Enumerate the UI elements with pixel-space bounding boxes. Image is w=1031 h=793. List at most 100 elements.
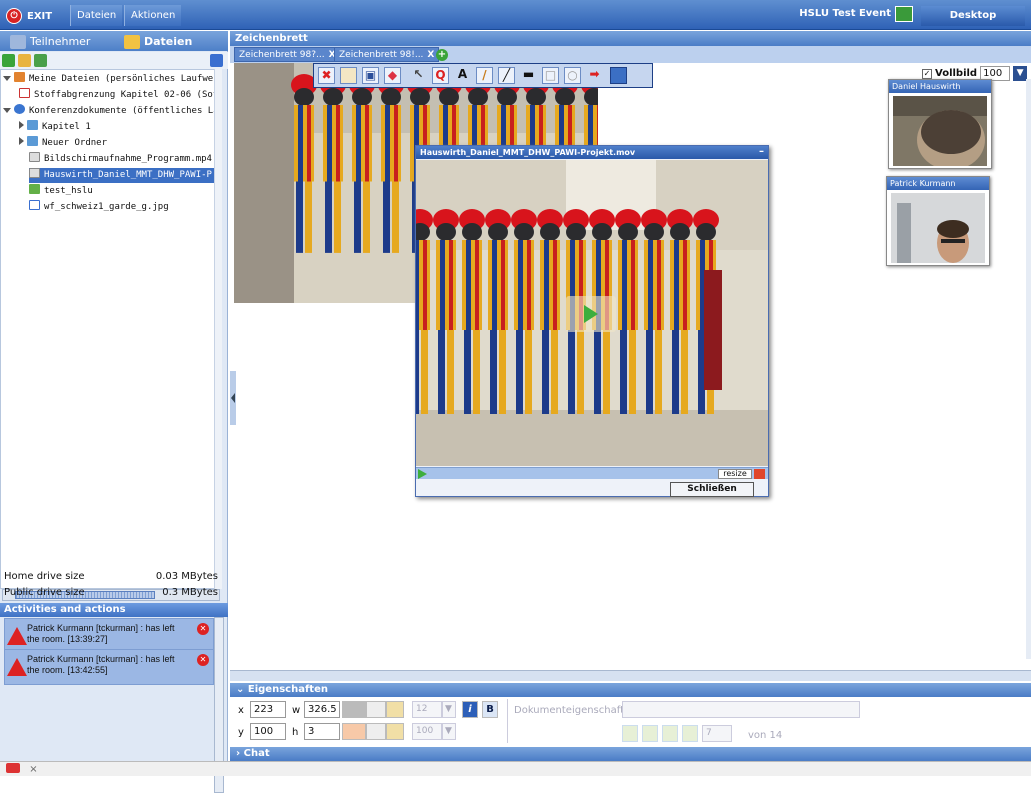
whiteboard-horizontal-scrollbar[interactable] <box>230 670 1031 681</box>
ellipse-tool-icon[interactable]: ○ <box>564 67 581 84</box>
video-seek-bar[interactable]: resize <box>416 467 768 479</box>
monitor-icon <box>895 6 913 22</box>
app-icon <box>6 763 20 773</box>
video-window-daniel[interactable]: Daniel Hauswirth <box>888 79 992 169</box>
home-drive-value: 0.03 MBytes <box>155 571 218 582</box>
play-icon[interactable] <box>418 469 427 479</box>
video-player-title: Hauswirth_Daniel_MMT_DHW_PAWI-Projekt.mo… <box>416 146 768 159</box>
minimize-icon[interactable]: – <box>759 146 764 157</box>
h-input[interactable]: 3 <box>304 723 340 740</box>
pen-icon[interactable] <box>366 701 386 718</box>
line-tool-icon[interactable]: ╱ <box>498 67 515 84</box>
refresh-icon[interactable] <box>34 54 47 67</box>
video-file-icon <box>29 152 40 162</box>
activity-item: Patrick Kurmann [tckurman] : has left th… <box>4 649 214 685</box>
chevron-down-icon[interactable]: ▼ <box>442 701 456 718</box>
chat-header[interactable]: › Chat <box>230 747 1031 761</box>
doc-props-label: Dokumenteigenschaften <box>514 705 637 716</box>
tree-item-konferenzdokumente[interactable]: Konferenzdokumente (öffentliches Lau <box>3 104 221 119</box>
tree-item-test-hslu[interactable]: test_hslu <box>29 184 221 199</box>
zoom-dropdown-icon[interactable]: ▼ <box>1013 66 1028 81</box>
close-icon[interactable]: ✕ <box>197 623 209 635</box>
eraser-tool-icon[interactable]: ◆ <box>384 67 401 84</box>
properties-header[interactable]: ⌄ Eigenschaften <box>230 683 1031 697</box>
text-tool-icon[interactable]: A <box>454 67 471 84</box>
menu-aktionen[interactable]: Aktionen <box>124 5 182 26</box>
first-page-icon[interactable] <box>622 725 638 742</box>
color-picker-icon[interactable] <box>610 67 627 84</box>
tree-item-kapitel-1[interactable]: Kapitel 1 <box>19 120 221 135</box>
last-page-icon[interactable] <box>682 725 698 742</box>
close-icon[interactable]: ✕ <box>197 654 209 666</box>
power-icon: ⏻ <box>6 8 22 24</box>
save-tool-icon[interactable]: ▣ <box>362 67 379 84</box>
italic-icon[interactable]: i <box>462 701 478 718</box>
image-file-icon <box>29 200 40 210</box>
tab-zeichenbrett-2[interactable]: Zeichenbrett 98!... X <box>334 47 440 62</box>
menu-dateien[interactable]: Dateien <box>70 5 123 26</box>
tab-teilnehmer[interactable]: Teilnehmer <box>6 33 106 51</box>
whiteboard-vertical-scrollbar[interactable] <box>1026 79 1031 659</box>
doc-props-select[interactable] <box>622 701 860 718</box>
tree-item-bildschirmaufnahme[interactable]: Bildschirmaufnahme_Programm.mp4 <box>29 152 221 167</box>
stop-icon[interactable] <box>754 469 765 479</box>
add-file-icon[interactable] <box>2 54 15 67</box>
whiteboard-header: Zeichenbrett <box>230 31 1031 46</box>
pencil-tool-icon[interactable]: / <box>476 67 493 84</box>
collapse-left-panel-handle[interactable] <box>230 371 236 425</box>
tree-vertical-scrollbar[interactable] <box>214 69 222 589</box>
lock-icon[interactable] <box>386 701 404 718</box>
add-whiteboard-icon[interactable]: + <box>436 49 448 61</box>
zoom-tool-icon[interactable]: Q <box>432 67 449 84</box>
trash-icon[interactable] <box>210 54 223 67</box>
next-page-icon[interactable] <box>662 725 678 742</box>
exit-button[interactable]: ⏻ EXIT <box>6 6 52 26</box>
fill-icon[interactable] <box>366 723 386 740</box>
w-input[interactable]: 326.5 <box>304 701 340 718</box>
page-input[interactable]: 7 <box>702 725 732 742</box>
x-input[interactable]: 223 <box>250 701 286 718</box>
rectangle-tool-icon[interactable]: □ <box>542 67 559 84</box>
bold-icon[interactable]: B <box>482 701 498 718</box>
lock-icon[interactable] <box>386 723 404 740</box>
delete-tool-icon[interactable]: ✖ <box>318 67 335 84</box>
new-folder-icon[interactable] <box>18 54 31 67</box>
close-video-button[interactable]: Schließen <box>670 482 754 497</box>
line-color-swatch[interactable] <box>342 701 366 718</box>
close-icon[interactable]: × <box>29 764 37 775</box>
arrow-tool-icon[interactable]: ➡ <box>586 67 603 84</box>
opacity-input[interactable]: 100 <box>412 723 442 740</box>
video-frame[interactable] <box>416 160 768 466</box>
ruler-tool-icon[interactable]: ▬ <box>520 67 537 84</box>
tab-dateien[interactable]: Dateien <box>120 33 220 51</box>
left-panel: Teilnehmer Dateien Meine Dateien (persön… <box>0 31 228 793</box>
chevron-down-icon[interactable]: ▼ <box>442 723 456 740</box>
tree-item-garde-jpg[interactable]: wf_schweiz1_garde_g.jpg <box>29 200 221 215</box>
tree-item-meine-dateien[interactable]: Meine Dateien (persönliches Laufwerk) <box>3 72 221 87</box>
left-tabs: Teilnehmer Dateien <box>0 31 228 51</box>
event-title: HSLU Test Event <box>799 8 891 19</box>
font-size-input[interactable]: 12 <box>412 701 442 718</box>
tree-item-stoffabgrenzung[interactable]: Stoffabgrenzung Kapitel 02-06 (Soft <box>19 88 221 103</box>
vollbild-checkbox[interactable]: ✓ <box>922 68 932 79</box>
tree-item-neuer-ordner[interactable]: Neuer Ordner <box>19 136 221 151</box>
fill-color-swatch[interactable] <box>342 723 366 740</box>
close-icon[interactable]: X <box>427 50 434 60</box>
video-file-icon <box>29 168 40 178</box>
tab-zeichenbrett-1[interactable]: Zeichenbrett 98?... X <box>234 47 341 62</box>
video-window-patrick[interactable]: Patrick Kurmann <box>886 176 990 266</box>
y-label: y <box>238 727 244 738</box>
resize-button[interactable]: resize <box>718 469 752 479</box>
open-tool-icon[interactable] <box>340 67 357 84</box>
y-input[interactable]: 100 <box>250 723 286 740</box>
chat-title: Chat <box>243 748 270 759</box>
file-tree: Meine Dateien (persönliches Laufwerk) St… <box>0 69 222 589</box>
share-desktop-button[interactable]: Desktop freigeben <box>921 6 1025 41</box>
activities-header: Activities and actions <box>0 603 228 617</box>
tree-item-hauswirth[interactable]: Hauswirth_Daniel_MMT_DHW_PAWI-P <box>29 168 221 183</box>
top-menu-bar: ⏻ EXIT Dateien Aktionen HSLU Test Event … <box>0 0 1031 41</box>
public-folder-icon <box>14 104 25 114</box>
pointer-tool-icon[interactable]: ↖ <box>410 67 427 84</box>
play-button[interactable] <box>566 296 616 332</box>
prev-page-icon[interactable] <box>642 725 658 742</box>
